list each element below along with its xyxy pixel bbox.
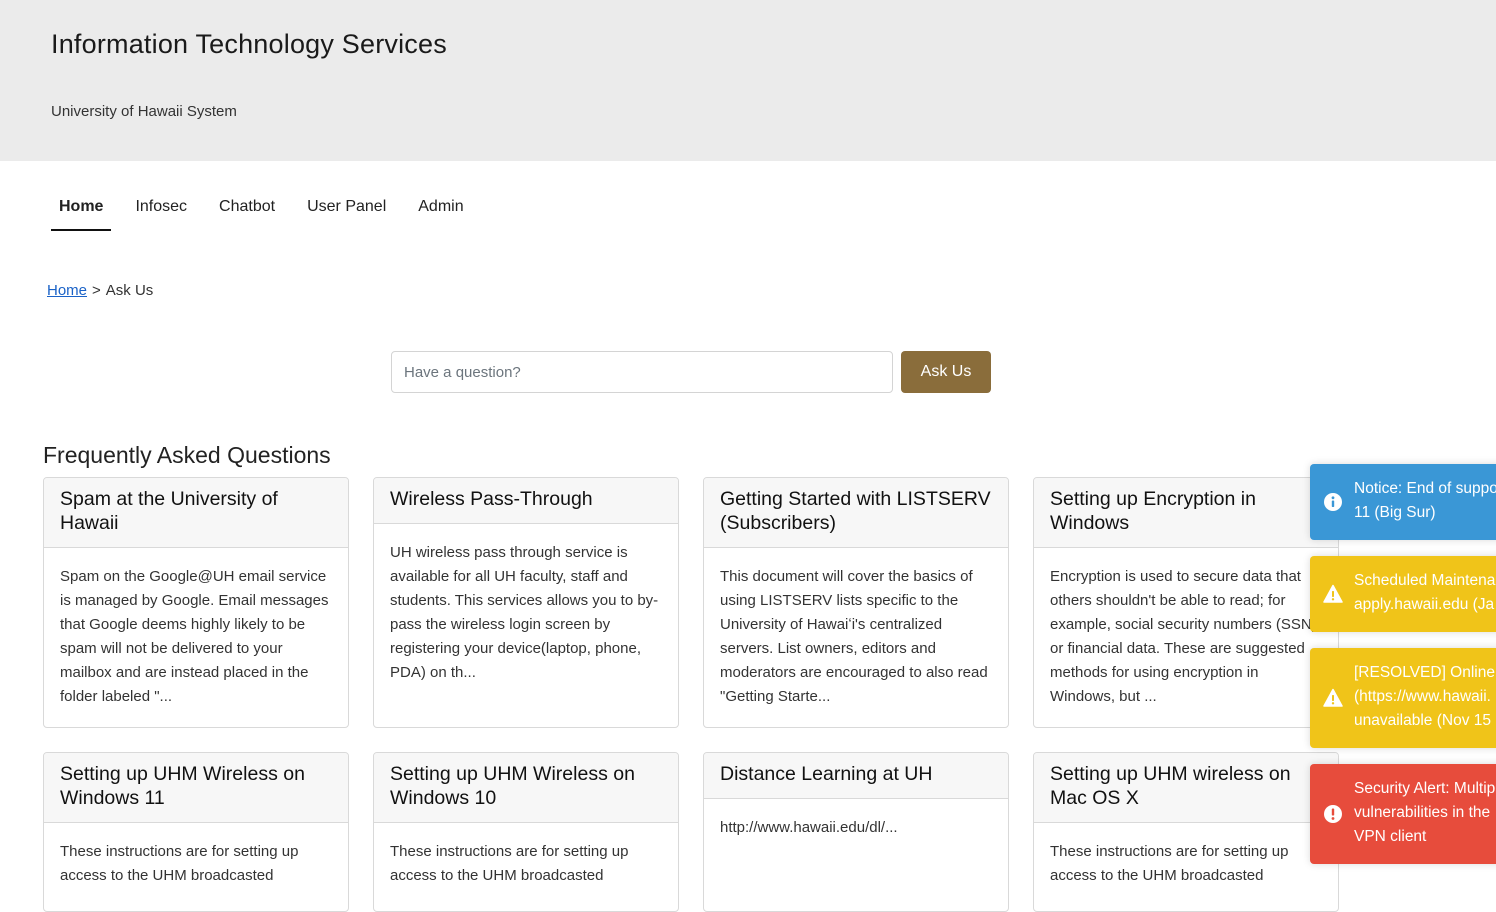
notification-toast-warning[interactable]: [RESOLVED] Online (https://www.hawaii. u… <box>1310 648 1496 748</box>
faq-card-title[interactable]: Spam at the University of Hawaii <box>44 478 348 548</box>
faq-card-title[interactable]: Setting up Encryption in Windows <box>1034 478 1338 548</box>
faq-card-body: This document will cover the basics of u… <box>720 568 988 705</box>
faq-heading: Frequently Asked Questions <box>43 442 331 468</box>
notification-text-line: Notice: End of suppo <box>1354 480 1496 497</box>
breadcrumb-home-link[interactable]: Home <box>47 282 87 299</box>
notification-text-line: unavailable (Nov 15 <box>1354 712 1492 729</box>
warning-triangle-icon <box>1323 688 1343 707</box>
site-subtitle: University of Hawaii System <box>51 103 237 120</box>
warning-triangle-icon <box>1323 584 1343 603</box>
notification-text-line: Scheduled Maintena <box>1354 572 1496 589</box>
nav-item-admin[interactable]: Admin <box>410 190 471 231</box>
notification-text-line: apply.hawaii.edu (Ja <box>1354 596 1495 613</box>
faq-card[interactable]: Distance Learning at UH http://www.hawai… <box>703 752 1009 912</box>
nav-item-user-panel[interactable]: User Panel <box>299 190 394 231</box>
notification-toast-warning[interactable]: Scheduled Maintena apply.hawaii.edu (Ja <box>1310 556 1496 632</box>
notification-text-line: 11 (Big Sur) <box>1354 504 1436 521</box>
faq-card[interactable]: Wireless Pass-Through UH wireless pass t… <box>373 477 679 728</box>
breadcrumb: Home > Ask Us <box>47 282 153 299</box>
faq-card[interactable]: Setting up UHM Wireless on Windows 11 Th… <box>43 752 349 912</box>
site-title[interactable]: Information Technology Services <box>51 29 447 60</box>
faq-card[interactable]: Setting up UHM Wireless on Windows 10 Th… <box>373 752 679 912</box>
site-header: Information Technology Services Universi… <box>0 0 1496 161</box>
faq-card[interactable]: Setting up UHM wireless on Mac OS X Thes… <box>1033 752 1339 912</box>
faq-card-title[interactable]: Setting up UHM Wireless on Windows 11 <box>44 753 348 823</box>
faq-card-title[interactable]: Distance Learning at UH <box>704 753 1008 799</box>
notification-toast-error[interactable]: Security Alert: Multip vulnerabilities i… <box>1310 764 1496 864</box>
breadcrumb-separator: > <box>92 282 101 299</box>
faq-card-body: Spam on the Google@UH email service is m… <box>60 568 329 705</box>
faq-card-body: http://www.hawaii.edu/dl/... <box>720 819 898 836</box>
faq-card-body: UH wireless pass through service is avai… <box>390 544 659 681</box>
ask-us-button[interactable]: Ask Us <box>901 351 991 393</box>
faq-card-body: Encryption is used to secure data that o… <box>1050 568 1317 705</box>
faq-card-title[interactable]: Setting up UHM wireless on Mac OS X <box>1034 753 1338 823</box>
faq-card[interactable]: Setting up Encryption in Windows Encrypt… <box>1033 477 1339 728</box>
nav-item-home[interactable]: Home <box>51 190 112 231</box>
notification-text-line: VPN client <box>1354 828 1427 845</box>
notification-toast-info[interactable]: Notice: End of suppo 11 (Big Sur) <box>1310 464 1496 540</box>
error-circle-icon <box>1324 805 1342 823</box>
faq-card[interactable]: Spam at the University of Hawaii Spam on… <box>43 477 349 728</box>
faq-card-title[interactable]: Wireless Pass-Through <box>374 478 678 524</box>
faq-card-title[interactable]: Getting Started with LISTSERV (Subscribe… <box>704 478 1008 548</box>
notification-text-line: Security Alert: Multip <box>1354 780 1496 797</box>
notification-text-line: [RESOLVED] Online <box>1354 664 1495 681</box>
notification-text-line: vulnerabilities in the <box>1354 804 1491 821</box>
breadcrumb-current: Ask Us <box>105 282 154 299</box>
faq-card[interactable]: Getting Started with LISTSERV (Subscribe… <box>703 477 1009 728</box>
notification-text-line: (https://www.hawaii. <box>1354 688 1491 705</box>
question-search-input[interactable] <box>391 351 893 393</box>
main-nav: Home Infosec Chatbot User Panel Admin <box>51 190 488 232</box>
faq-card-title[interactable]: Setting up UHM Wireless on Windows 10 <box>374 753 678 823</box>
nav-item-infosec[interactable]: Infosec <box>127 190 195 231</box>
info-circle-icon <box>1324 493 1342 511</box>
nav-item-chatbot[interactable]: Chatbot <box>211 190 283 231</box>
